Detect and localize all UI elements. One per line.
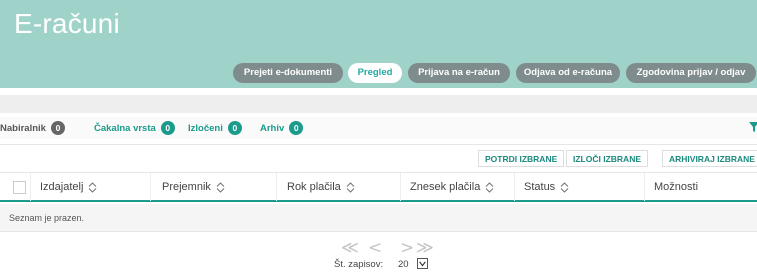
filter-arhiv[interactable]: Arhiv 0 [260, 121, 304, 135]
column-divider [30, 173, 31, 201]
column-moznosti: Možnosti [654, 181, 698, 193]
pagination: ≪ < > ≫ Št. zapisov: 20 [0, 240, 757, 275]
count-badge: 0 [50, 121, 65, 135]
empty-message: Seznam je prazen. [9, 213, 85, 223]
app-header: E-računi Prejeti e-dokumenti Pregled Pri… [0, 0, 757, 88]
records-per-page-select[interactable]: 20 [398, 259, 409, 270]
column-rok-placila[interactable]: Rok plačila [287, 181, 356, 193]
column-label: Možnosti [654, 181, 699, 193]
filter-bar: Nabiralnik 0 Čakalna vrsta 0 Izločeni 0 … [0, 117, 757, 139]
column-znesek-placila[interactable]: Znesek plačila [410, 181, 495, 193]
confirm-selected-button[interactable]: POTRDI IZBRANE [478, 150, 565, 167]
filter-label: Čakalna vrsta [94, 122, 156, 134]
column-divider [400, 173, 401, 201]
filter-label: Nabiralnik [0, 122, 46, 134]
filter-izloceni[interactable]: Izločeni 0 [188, 121, 242, 135]
select-all-checkbox[interactable] [13, 181, 26, 194]
tab-zgodovina-prijav-odjav[interactable]: Zgodovina prijav / odjav [626, 63, 756, 83]
column-prejemnik[interactable]: Prejemnik [162, 181, 226, 193]
last-page-icon[interactable]: ≫ [416, 240, 434, 257]
sort-icon [560, 181, 569, 193]
count-badge: 0 [289, 121, 304, 135]
tab-odjava-od-e-racuna[interactable]: Odjava od e-računa [516, 63, 620, 83]
next-page-icon[interactable]: > [400, 240, 414, 257]
funnel-icon[interactable] [749, 122, 757, 132]
nav-tabs: Prejeti e-dokumenti Pregled Prijava na e… [0, 63, 757, 83]
first-page-icon[interactable]: ≪ [341, 240, 359, 257]
tab-prejeti-e-dokumenti[interactable]: Prejeti e-dokumenti [233, 63, 343, 83]
count-badge: 0 [160, 121, 175, 135]
table-header: Izdajatelj Prejemnik Rok plačila Znesek … [0, 172, 757, 202]
app-title: E-računi [14, 8, 120, 39]
filter-label: Izločeni [188, 122, 223, 134]
column-label: Prejemnik [162, 181, 211, 193]
toolbar-band [0, 95, 757, 113]
column-divider [276, 173, 277, 201]
column-divider [514, 173, 515, 201]
chevron-down-icon[interactable] [417, 258, 428, 269]
records-per-page-label: Št. zapisov: [334, 259, 384, 270]
column-divider [150, 173, 151, 201]
sort-icon [89, 181, 97, 193]
archive-selected-button[interactable]: ARHIVIRAJ IZBRANE [662, 150, 757, 167]
count-badge: 0 [227, 121, 242, 135]
empty-state-row: Seznam je prazen. [0, 204, 757, 232]
column-divider [644, 173, 645, 201]
exclude-selected-button[interactable]: IZLOČI IZBRANE [566, 150, 648, 167]
sort-icon [346, 181, 355, 193]
filter-cakalna-vrsta[interactable]: Čakalna vrsta 0 [94, 121, 175, 135]
tab-prijava-na-e-racun[interactable]: Prijava na e-račun [408, 63, 510, 83]
prev-page-icon[interactable]: < [368, 240, 382, 257]
bulk-actions: POTRDI IZBRANE IZLOČI IZBRANE ARHIVIRAJ … [0, 144, 757, 172]
column-label: Status [524, 181, 556, 193]
sort-icon [485, 181, 494, 193]
column-label: Znesek plačila [410, 181, 481, 193]
sort-icon [216, 181, 225, 193]
column-label: Rok plačila [287, 181, 341, 193]
tab-pregled[interactable]: Pregled [348, 63, 402, 83]
column-izdajatelj[interactable]: Izdajatelj [40, 181, 98, 193]
filter-label: Arhiv [260, 122, 285, 134]
filter-nabiralnik[interactable]: Nabiralnik 0 [0, 121, 65, 135]
column-label: Izdajatelj [40, 181, 84, 193]
column-status[interactable]: Status [524, 181, 570, 193]
